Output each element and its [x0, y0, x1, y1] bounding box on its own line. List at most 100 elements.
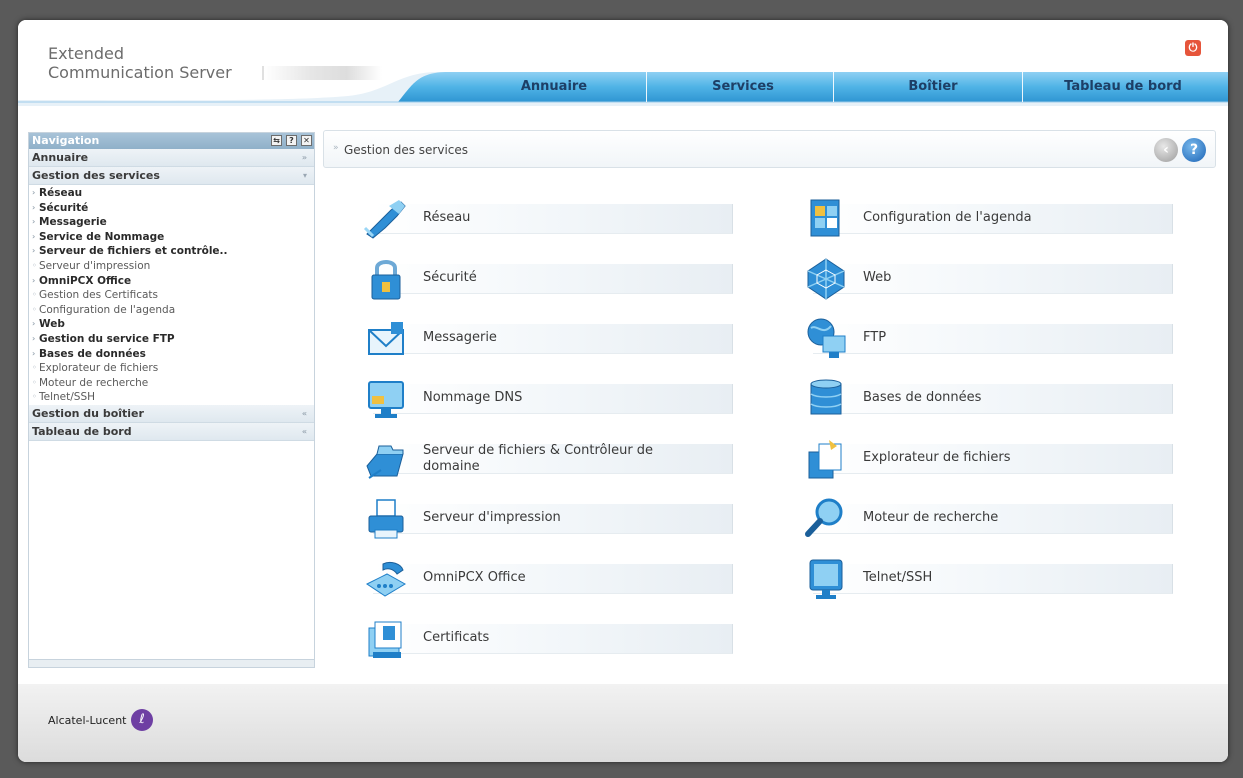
brand-line1: Extended: [48, 44, 124, 63]
nav-item-label: Messagerie: [39, 216, 107, 229]
service-moteur-de-recherche[interactable]: Moteur de recherche: [785, 494, 1175, 544]
search-magnifier-icon: [805, 498, 843, 537]
bullet-icon: ›: [32, 246, 36, 256]
service-label: Telnet/SSH: [863, 570, 933, 585]
nav-section-label: Gestion du boîtier: [32, 406, 144, 420]
nav-section-tableau-de-bord[interactable]: Tableau de bord «: [29, 422, 314, 441]
nav-item-label: Configuration de l'agenda: [39, 303, 176, 316]
expand-arrow-icon: «: [301, 426, 307, 436]
nav-item-label: Bases de données: [39, 347, 146, 360]
service-bases-de-donnees[interactable]: Bases de données: [785, 374, 1175, 424]
service-label: Web: [863, 270, 892, 285]
tab-separator: [646, 72, 647, 102]
padlock-icon: [371, 260, 401, 300]
service-label: Moteur de recherche: [863, 510, 999, 525]
nav-item-moteur-de-recherche[interactable]: ◦ Moteur de recherche: [29, 376, 314, 391]
service-configuration-agenda[interactable]: Configuration de l'agenda: [785, 194, 1175, 244]
power-icon[interactable]: ⏻: [1185, 40, 1201, 56]
alcatel-lucent-mark-icon: ℓ: [131, 709, 153, 731]
close-icon[interactable]: ✕: [301, 135, 312, 146]
phone-icon: [366, 561, 406, 597]
printer-icon: [368, 499, 404, 539]
tab-annuaire[interactable]: Annuaire: [474, 72, 634, 102]
nav-item-securite[interactable]: › Sécurité: [29, 201, 314, 216]
service-explorateur-de-fichiers[interactable]: Explorateur de fichiers: [785, 434, 1175, 484]
tab-tableau-de-bord[interactable]: Tableau de bord: [1028, 72, 1218, 102]
service-label: FTP: [863, 330, 887, 345]
service-serveur-de-fichiers[interactable]: Serveur de fichiers & Contrôleur de doma…: [345, 434, 735, 484]
service-label: Explorateur de fichiers: [863, 450, 1011, 465]
breadcrumb-arrow-icon: »: [333, 143, 339, 153]
refresh-icon[interactable]: ⇆: [271, 135, 282, 146]
nav-item-label: Web: [39, 318, 65, 331]
alcatel-lucent-logo: Alcatel-Lucent: [48, 714, 127, 727]
header: Extended Communication Server Annuaire S…: [18, 20, 1228, 124]
dns-monitor-icon: [368, 381, 404, 418]
bullet-icon: ›: [32, 319, 36, 329]
service-label: OmniPCX Office: [423, 570, 526, 585]
nav-item-label: Sécurité: [39, 201, 89, 214]
dot-icon: ◦: [32, 260, 37, 270]
nav-item-serveur-de-fichiers[interactable]: › Serveur de fichiers et contrôle..: [29, 244, 314, 259]
nav-item-label: Moteur de recherche: [39, 376, 149, 389]
nav-item-serveur-impression[interactable]: ◦ Serveur d'impression: [29, 259, 314, 274]
nav-section-gestion-des-services[interactable]: Gestion des services ▾: [29, 167, 314, 185]
service-securite[interactable]: Sécurité: [345, 254, 735, 304]
help-question-icon[interactable]: ?: [1182, 138, 1206, 162]
nav-item-gestion-des-certificats[interactable]: ◦ Gestion des Certificats: [29, 288, 314, 303]
service-reseau[interactable]: Réseau: [345, 194, 735, 244]
bullet-icon: ›: [32, 202, 36, 212]
nav-item-bases-de-donnees[interactable]: › Bases de données: [29, 347, 314, 362]
calendar-icon: [810, 199, 840, 237]
nav-section-annuaire[interactable]: Annuaire »: [29, 149, 314, 167]
service-ftp[interactable]: FTP: [785, 314, 1175, 364]
service-nommage-dns[interactable]: Nommage DNS: [345, 374, 735, 424]
tab-separator: [833, 72, 834, 102]
nav-section-label: Gestion des services: [32, 169, 160, 182]
app-window: Extended Communication Server Annuaire S…: [18, 20, 1228, 762]
service-label: Messagerie: [423, 330, 497, 345]
nav-item-configuration-agenda[interactable]: ◦ Configuration de l'agenda: [29, 303, 314, 318]
tab-boitier[interactable]: Boîtier: [838, 72, 1028, 102]
service-messagerie[interactable]: Messagerie: [345, 314, 735, 364]
nav-item-explorateur-de-fichiers[interactable]: ◦ Explorateur de fichiers: [29, 361, 314, 376]
web-icon: [807, 258, 845, 300]
nav-item-messagerie[interactable]: › Messagerie: [29, 215, 314, 230]
service-label: Réseau: [423, 210, 471, 225]
bullet-icon: ›: [32, 333, 36, 343]
nav-item-label: OmniPCX Office: [39, 274, 132, 287]
bullet-icon: ›: [32, 188, 36, 197]
nav-item-label: Gestion du service FTP: [39, 332, 175, 345]
nav-item-telnet-ssh[interactable]: ◦ Telnet/SSH: [29, 390, 314, 405]
expand-arrow-icon: »: [301, 153, 307, 162]
service-label: Serveur de fichiers & Contrôleur de doma…: [423, 443, 654, 474]
tab-services[interactable]: Services: [658, 72, 828, 102]
service-telnet-ssh[interactable]: Telnet/SSH: [785, 554, 1175, 604]
nav-item-label: Réseau: [39, 187, 83, 199]
bullet-icon: ›: [32, 217, 36, 227]
terminal-monitor-icon: [809, 559, 843, 599]
ftp-globe-icon: [807, 318, 846, 358]
service-label: Certificats: [423, 630, 490, 645]
certificate-icon: [368, 621, 402, 658]
nav-section-label: Tableau de bord: [32, 424, 132, 438]
help-icon[interactable]: ?: [286, 135, 297, 146]
nav-item-omnipcx-office[interactable]: › OmniPCX Office: [29, 274, 314, 289]
nav-section-gestion-du-boitier[interactable]: Gestion du boîtier «: [29, 404, 314, 423]
service-web[interactable]: Web: [785, 254, 1175, 304]
nav-item-reseau[interactable]: › Réseau: [29, 186, 314, 201]
service-serveur-impression[interactable]: Serveur d'impression: [345, 494, 735, 544]
nav-item-label: Gestion des Certificats: [39, 289, 159, 302]
back-arrow-icon[interactable]: ‹: [1154, 138, 1178, 162]
bullet-icon: ›: [32, 348, 36, 358]
nav-item-service-de-nommage[interactable]: › Service de Nommage: [29, 230, 314, 245]
dot-icon: ◦: [32, 363, 37, 373]
service-label: Nommage DNS: [423, 390, 523, 405]
service-certificats[interactable]: Certificats: [345, 614, 735, 664]
service-label: Sécurité: [423, 270, 477, 285]
nav-item-gestion-service-ftp[interactable]: › Gestion du service FTP: [29, 332, 314, 347]
nav-item-label: Service de Nommage: [39, 230, 165, 243]
nav-item-web[interactable]: › Web: [29, 317, 314, 332]
bullet-icon: ›: [32, 275, 36, 285]
service-omnipcx-office[interactable]: OmniPCX Office: [345, 554, 735, 604]
